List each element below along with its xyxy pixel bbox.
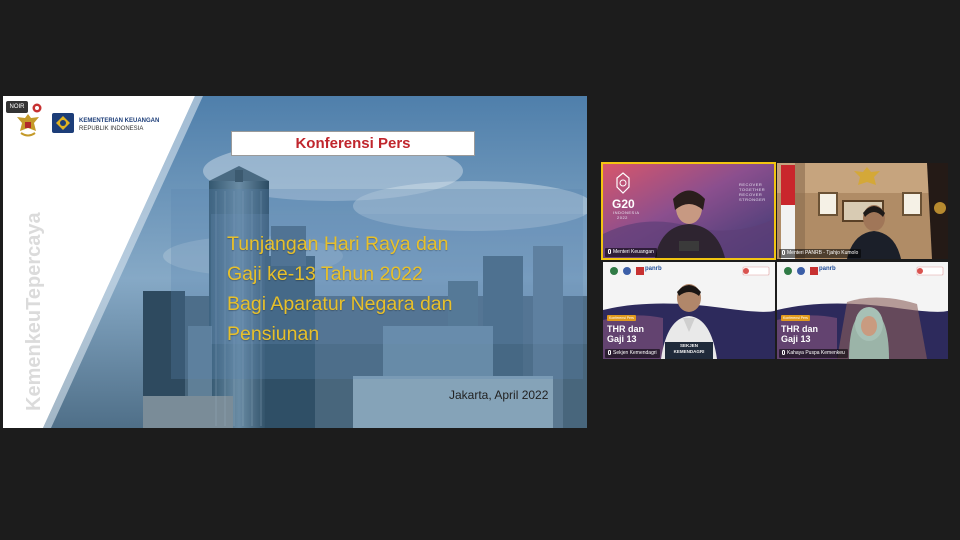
slide-title-line: Bagi Aparatur Negara dan (227, 293, 453, 315)
participant-name: Menteri PANRB - Tjahjo Kumolo (787, 250, 859, 256)
topic-title-line: THR dan (781, 324, 818, 334)
garuda-emblem-icon (17, 114, 39, 137)
desk-sign-line: KEMENDAGRI (673, 349, 705, 354)
participant-name: Kahaya Puspa Kemenkeu (787, 350, 845, 356)
kemenkeu-logo-icon (52, 113, 74, 133)
watermark-hashtag: KemenkeuTepercaya (23, 212, 45, 411)
mic-icon (608, 249, 611, 254)
participant-name: Menteri Keuangan (613, 249, 654, 255)
video-tile-menteri-keuangan[interactable]: G20 INDONESIA 2022 RECOVER TOGETHER RECO… (601, 162, 776, 260)
participant-name: Sekjen Kemendagri (613, 350, 657, 356)
topic-title-line: THR dan (607, 324, 644, 334)
recover-line: STRONGER (739, 197, 766, 202)
participant-name-label: Kahaya Puspa Kemenkeu (779, 349, 848, 358)
video-tile-sekjen-kemendagri[interactable]: panrb Konferensi Pers THR dan Gaji 13 SE… (603, 262, 775, 359)
ministry-badge-icon (32, 103, 42, 113)
org-name-line1: KEMENTERIAN KEUANGAN (79, 118, 160, 124)
brand-logo-text: panrb (819, 266, 836, 272)
slide-title-line: Gaji ke-13 Tahun 2022 (227, 263, 423, 285)
org-name-line2: REPUBLIK INDONESIA (79, 126, 144, 132)
mic-icon (782, 350, 785, 355)
mic-icon (608, 350, 611, 355)
recover-together-text: RECOVER TOGETHER RECOVER STRONGER (739, 182, 766, 202)
mic-icon (782, 250, 785, 255)
g20-logo-text: G20 (612, 197, 635, 211)
participant-name-label: Menteri Keuangan (605, 248, 657, 257)
shared-screen: NOIR KEMENTERIAN KEUANGAN REPUBLIK INDON… (3, 96, 587, 428)
slide-date: Jakarta, April 2022 (449, 388, 549, 402)
brand-logo-text: panrb (645, 266, 662, 272)
topic-badge: Konferensi Pers (781, 315, 810, 321)
topic-title-line: Gaji 13 (781, 334, 811, 344)
g20-year: 2022 (617, 215, 628, 220)
org-name: KEMENTERIAN KEUANGAN REPUBLIK INDONESIA (79, 117, 159, 133)
video-tile-menteri-panrb[interactable]: Menteri PANRB - Tjahjo Kumolo (777, 163, 948, 259)
topic-title: THR dan Gaji 13 (781, 324, 818, 344)
participant-name-label: Menteri PANRB - Tjahjo Kumolo (779, 249, 862, 258)
tile-background (777, 262, 948, 359)
g20-emblem-icon (616, 172, 630, 194)
participant-name-label: Sekjen Kemendagri (605, 349, 660, 358)
desk-sign: SEKJEN KEMENDAGRI (665, 343, 713, 355)
topic-badge: Konferensi Pers (607, 315, 636, 321)
tile-background (777, 163, 948, 259)
slide-title: Tunjangan Hari Raya dan Gaji ke-13 Tahun… (227, 229, 587, 349)
video-tile-kepala-puspa[interactable]: panrb Konferensi Pers THR dan Gaji 13 Ka… (777, 262, 948, 359)
press-conference-label: Konferensi Pers (231, 131, 475, 156)
topic-title: THR dan Gaji 13 (607, 324, 644, 344)
slide-title-line: Tunjangan Hari Raya dan (227, 233, 449, 255)
slide-title-line: Pensiunan (227, 323, 320, 345)
topic-title-line: Gaji 13 (607, 334, 637, 344)
